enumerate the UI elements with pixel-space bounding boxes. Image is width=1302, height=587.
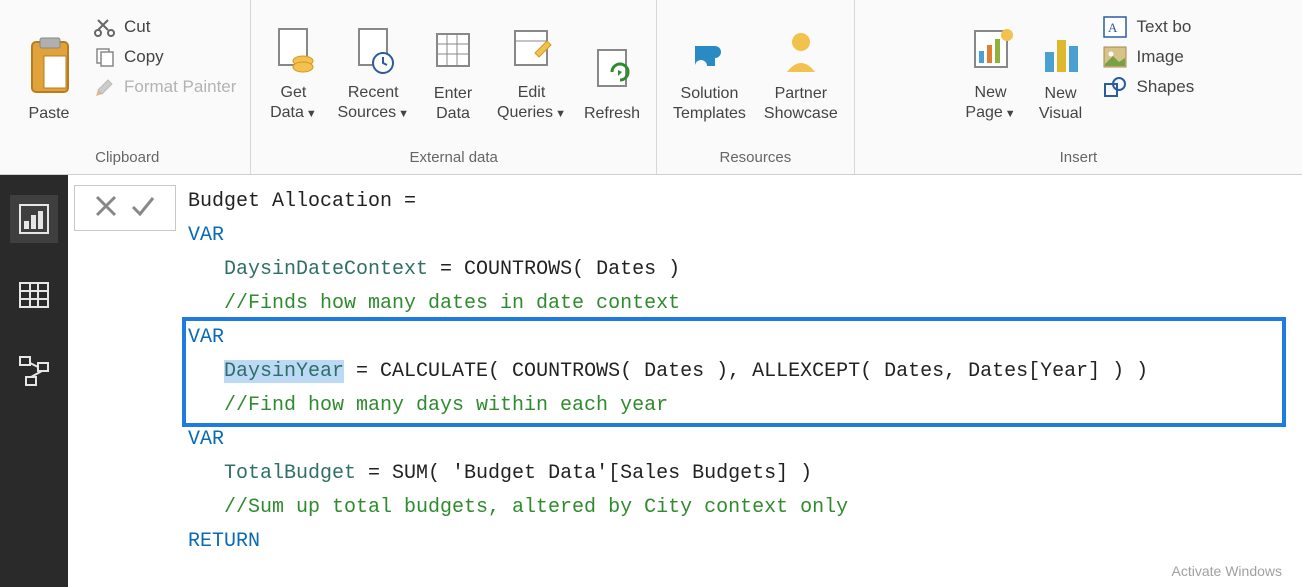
ribbon-group-resources: Solution Templates Partner Showcase Reso… [657,0,855,174]
var1-expr: = COUNTROWS( Dates ) [428,258,680,281]
paste-label: Paste [29,104,70,124]
formula-bar: Budget Allocation = VAR DaysinDateContex… [68,175,1302,569]
edit-queries-button[interactable]: Edit Queries▼ [491,4,572,126]
canvas-area: Com Budget Allocation = VAR DaysinDateCo… [68,175,1302,587]
cut-button[interactable]: Cut [90,14,240,40]
svg-text:A: A [1108,20,1118,35]
ribbon-group-insert: New Page▼ New Visual A Text bo Image Sha… [855,0,1302,174]
windows-watermark: Activate Windows [1172,563,1282,579]
table-view-icon [18,279,50,311]
formula-controls [74,185,176,231]
shapes-button[interactable]: Shapes [1099,74,1199,100]
clipboard-group-title: Clipboard [95,143,159,174]
solution-templates-button[interactable]: Solution Templates [667,4,752,126]
bar-chart-icon [1037,24,1085,80]
comment-1: //Finds how many dates in date context [188,287,1296,321]
var1-name: DaysinDateContext [224,258,428,281]
copy-icon [94,46,116,68]
comment-2: //Find how many days within each year [188,389,1296,423]
formula-editor[interactable]: Budget Allocation = VAR DaysinDateContex… [188,185,1296,559]
data-view-button[interactable] [10,271,58,319]
return-keyword: RETURN [188,530,260,553]
puzzle-icon [681,24,737,80]
cut-label: Cut [124,17,150,37]
shapes-icon [1103,76,1127,98]
resources-group-title: Resources [720,143,792,174]
new-visual-button[interactable]: New Visual [1029,4,1093,126]
ribbon-group-external-data: Get Data▼ Recent Sources▼ Enter Data Edi… [251,0,657,174]
close-icon [93,193,119,219]
copy-button[interactable]: Copy [90,44,240,70]
partner-showcase-button[interactable]: Partner Showcase [758,4,844,126]
var3-name: TotalBudget [224,462,356,485]
var-keyword: VAR [188,326,224,349]
ribbon: Paste Cut Copy Format Painter Clipboard [0,0,1302,175]
textbox-icon: A [1103,16,1127,38]
enter-data-button[interactable]: Enter Data [421,4,485,126]
format-painter-button[interactable]: Format Painter [90,74,240,100]
commit-formula-button[interactable] [129,193,157,224]
recent-sources-button[interactable]: Recent Sources▼ [331,4,415,126]
ribbon-group-clipboard: Paste Cut Copy Format Painter Clipboard [0,0,251,174]
text-box-button[interactable]: A Text bo [1099,14,1199,40]
var2-name: DaysinYear [224,360,344,383]
cancel-formula-button[interactable] [93,193,119,224]
get-data-button[interactable]: Get Data▼ [261,4,325,126]
insert-group-title: Insert [1060,143,1098,174]
relationship-icon [18,355,50,387]
report-view-button[interactable] [10,195,58,243]
image-button[interactable]: Image [1099,44,1199,70]
scissors-icon [94,16,116,38]
external-data-group-title: External data [410,143,498,174]
format-painter-label: Format Painter [124,77,236,97]
refresh-button[interactable]: Refresh [578,4,646,126]
var-keyword: VAR [188,428,224,451]
brush-icon [94,76,116,98]
chart-page-icon [967,23,1015,79]
person-icon [773,24,829,80]
var3-expr: = SUM( 'Budget Data'[Sales Budgets] ) [356,462,812,485]
view-sidebar [0,175,68,587]
copy-label: Copy [124,47,164,67]
check-icon [129,193,157,219]
new-page-button[interactable]: New Page▼ [959,4,1023,126]
var-keyword: VAR [188,224,224,247]
formula-line: Budget Allocation = [188,185,1296,219]
image-icon [1103,46,1127,68]
comment-3: //Sum up total budgets, altered by City … [188,491,1296,525]
report-view-icon [18,203,50,235]
var2-expr: = CALCULATE( COUNTROWS( Dates ), ALLEXCE… [344,360,1148,383]
paste-button[interactable]: Paste [14,4,84,126]
model-view-button[interactable] [10,347,58,395]
